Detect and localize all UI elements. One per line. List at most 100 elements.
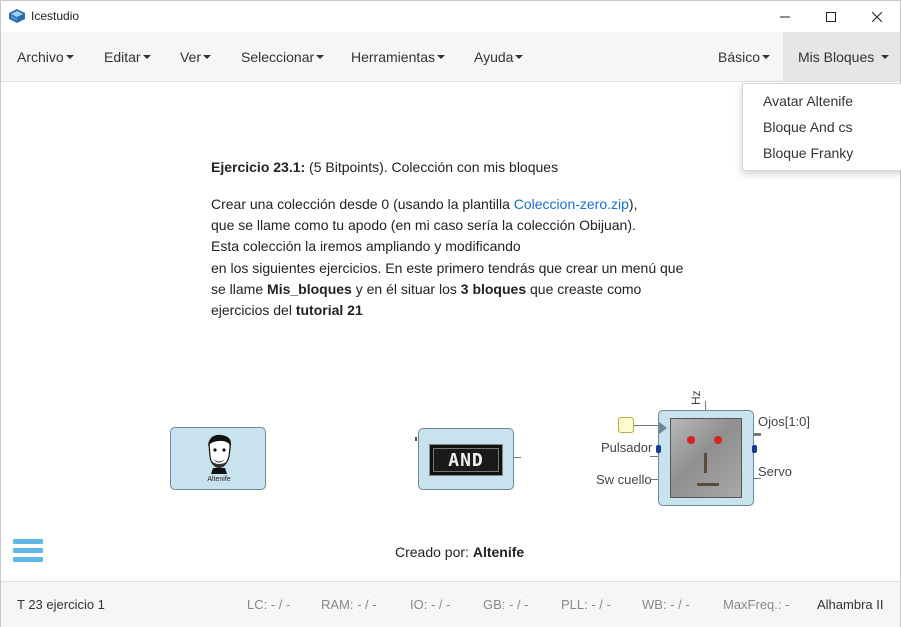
mis-bloques-dropdown: Avatar Altenife Bloque And cs Bloque Fra… <box>742 83 901 171</box>
hamburger-bar <box>13 539 43 544</box>
caret-down-icon <box>437 55 446 60</box>
text-line-1: Crear una colección desde 0 (usando la p… <box>211 196 637 212</box>
franky-input-arrow <box>658 421 667 435</box>
caret-down-icon <box>881 55 890 60</box>
credit-name: Altenife <box>472 544 525 560</box>
avatar-face-icon <box>208 434 232 474</box>
text-span: y en él situar los <box>351 281 461 297</box>
icestudio-logo-icon <box>9 9 25 23</box>
minimize-button[interactable] <box>762 1 808 32</box>
text-span: Crear una colección desde 0 (usando la p… <box>211 196 514 212</box>
status-project-name: T 23 ejercicio 1 <box>17 597 105 612</box>
text-line-5: se llame Mis_bloques y en él situar los … <box>211 281 641 297</box>
franky-input-pin-1 <box>634 425 658 426</box>
franky-input-pin-3 <box>650 479 658 480</box>
caret-down-icon <box>203 55 212 60</box>
close-button[interactable] <box>854 1 900 32</box>
franky-eye-left <box>687 436 695 444</box>
franky-nose <box>704 453 707 473</box>
franky-hz-label: Hz <box>689 390 703 405</box>
window-title: Icestudio <box>31 9 80 23</box>
franky-photo <box>670 418 742 498</box>
dropdown-item-bloque-and[interactable]: Bloque And cs <box>763 119 853 135</box>
template-link[interactable]: Coleccion-zero.zip <box>514 196 629 212</box>
text-bold: tutorial 21 <box>295 302 363 318</box>
text-span: ), <box>628 196 638 212</box>
title-bar: Icestudio <box>1 1 900 32</box>
franky-input-pin-2 <box>650 456 658 457</box>
text-span: que creaste como <box>526 281 642 297</box>
menu-editar[interactable]: Editar <box>104 32 151 82</box>
menu-basico[interactable]: Básico <box>718 32 771 82</box>
franky-mouth <box>697 483 719 486</box>
avatar-altenife-block[interactable]: Altenife <box>170 427 266 490</box>
maximize-icon <box>826 11 836 22</box>
caret-down-icon <box>515 55 524 60</box>
heading-bold: Ejercicio 23.1: <box>211 159 306 175</box>
menu-label: Archivo <box>17 49 64 65</box>
close-icon <box>872 11 882 22</box>
franky-eye-right <box>714 436 722 444</box>
avatar-caption: Altenife <box>207 476 231 483</box>
hamburger-bar <box>13 557 43 562</box>
menu-label: Ayuda <box>474 49 514 65</box>
bloque-franky-block[interactable] <box>656 410 757 506</box>
franky-output-pin-1 <box>753 433 761 436</box>
text-line-2: que se llame como tu apodo (en mi caso s… <box>211 217 636 233</box>
minimize-icon <box>780 16 790 17</box>
status-lc: LC: - / - <box>247 597 291 612</box>
status-board[interactable]: Alhambra II <box>817 597 883 612</box>
caret-down-icon <box>316 55 325 60</box>
text-line-6: ejercicios del tutorial 21 <box>211 302 363 318</box>
status-wb: WB: - / - <box>642 597 690 612</box>
franky-port-left <box>656 445 661 453</box>
status-maxfreq: MaxFreq.: - <box>723 597 790 612</box>
menu-bar: Archivo Editar Ver Seleccionar Herramien… <box>1 32 900 82</box>
credit-prefix: Creado por: <box>395 544 473 560</box>
text-bold: Mis_bloques <box>267 281 352 297</box>
menu-archivo[interactable]: Archivo <box>17 32 74 82</box>
menu-mis-bloques[interactable]: Mis Bloques <box>783 32 900 82</box>
menu-ayuda[interactable]: Ayuda <box>474 32 524 82</box>
app-window: Icestudio Archivo Editar Ver Seleccionar… <box>0 0 901 627</box>
text-span: ejercicios del <box>211 302 296 318</box>
and-chip: AND <box>429 444 503 476</box>
franky-input-label-1: Pulsador <box>601 440 653 455</box>
franky-input-label-2: Sw cuello <box>596 472 652 487</box>
pulsador-input-box[interactable] <box>618 417 634 433</box>
text-line-3: Esta colección la iremos ampliando y mod… <box>211 238 521 254</box>
text-line-4: en los siguientes ejercicios. En este pr… <box>211 260 684 276</box>
bloque-and-block[interactable]: AND <box>415 428 514 490</box>
status-io: IO: - / - <box>410 597 451 612</box>
and-output-pin <box>513 457 521 458</box>
status-ram: RAM: - / - <box>321 597 377 612</box>
text-bold: 3 bloques <box>460 281 527 297</box>
menu-label: Herramientas <box>351 49 436 65</box>
franky-output-label-1: Ojos[1:0] <box>758 414 811 429</box>
franky-port-right <box>752 445 757 453</box>
menu-label: Seleccionar <box>241 49 315 65</box>
menu-label: Ver <box>180 49 202 65</box>
dropdown-item-bloque-franky[interactable]: Bloque Franky <box>763 145 853 161</box>
caret-down-icon <box>65 55 74 60</box>
exercise-heading: Ejercicio 23.1: (5 Bitpoints). Colección… <box>211 159 558 175</box>
and-label: AND <box>433 448 499 472</box>
caret-down-icon <box>762 55 771 60</box>
maximize-button[interactable] <box>808 1 854 32</box>
menu-ver[interactable]: Ver <box>180 32 212 82</box>
menu-label: Básico <box>718 49 761 65</box>
menu-herramientas[interactable]: Herramientas <box>351 32 446 82</box>
credit-line: Creado por: Altenife <box>395 544 524 560</box>
text-span: se llame <box>211 281 268 297</box>
heading-rest: (5 Bitpoints). Colección con mis bloques <box>305 159 559 175</box>
status-gb: GB: - / - <box>483 597 529 612</box>
menu-seleccionar[interactable]: Seleccionar <box>241 32 325 82</box>
menu-label: Editar <box>104 49 141 65</box>
hamburger-bar <box>13 548 43 553</box>
and-pin-mark <box>415 437 417 441</box>
menu-label: Mis Bloques <box>798 49 875 65</box>
dropdown-item-avatar-altenife[interactable]: Avatar Altenife <box>763 93 853 109</box>
franky-output-label-2: Servo <box>758 464 792 479</box>
hamburger-menu-icon[interactable] <box>13 539 43 567</box>
status-bar: T 23 ejercicio 1 LC: - / - RAM: - / - IO… <box>1 581 900 627</box>
